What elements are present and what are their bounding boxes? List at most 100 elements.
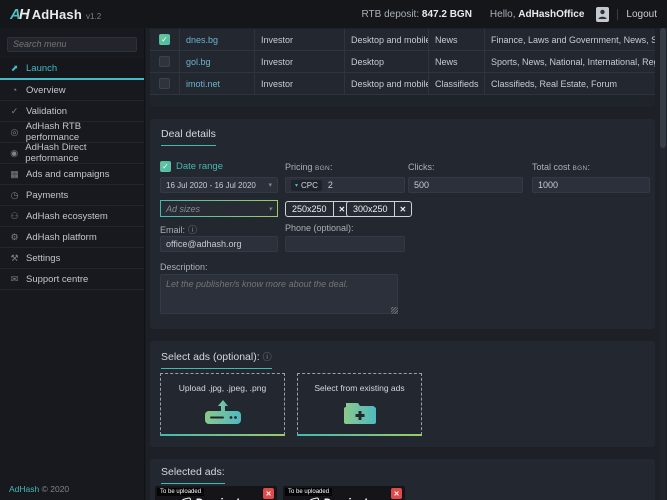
ad-size-chip: 250x250 ✕ — [285, 201, 351, 217]
publisher-type: Investor — [255, 51, 345, 72]
sidebar-item-launch[interactable]: ⬈ Launch — [0, 59, 144, 80]
sidebar-item-label: Support centre — [26, 274, 88, 285]
clock-icon: ◷ — [9, 190, 20, 201]
sidebar-item-label: Payments — [26, 190, 68, 201]
publisher-link[interactable]: dnes.bg — [186, 35, 218, 45]
publisher-platform: Desktop — [345, 51, 429, 72]
sidebar-item-label: Validation — [26, 106, 67, 117]
grid-icon: ▦ — [9, 169, 20, 180]
date-range-select[interactable]: 16 Jul 2020 - 16 Jul 2020 ▾ — [160, 177, 278, 193]
date-range-checkbox[interactable]: ✓ — [160, 161, 171, 172]
sidebar-item-ecosystem[interactable]: ⚇ AdHash ecosystem — [0, 206, 144, 227]
info-icon: ⓘ — [263, 352, 272, 362]
sidebar-item-validation[interactable]: ✓ Validation — [0, 101, 144, 122]
top-bar: AH AdHash v1.2 RTB deposit: 847.2 BGN He… — [0, 0, 667, 28]
upload-ads-dropzone[interactable]: Upload .jpg, .jpeg, .png — [160, 373, 285, 435]
description-label: Description: — [160, 262, 208, 272]
section-title: Deal details — [161, 128, 216, 146]
publisher-category: News — [429, 29, 485, 50]
ad-size-chip: 300x250 ✕ — [346, 201, 412, 217]
email-input[interactable] — [166, 239, 272, 249]
row-checkbox[interactable]: ✓ — [159, 34, 170, 45]
total-cost-input[interactable] — [538, 180, 644, 190]
selected-ads-section: Selected ads: To be uploaded ✕ Domino's … — [150, 459, 655, 500]
publisher-link[interactable]: imoti.net — [186, 79, 220, 89]
info-icon: ⓘ — [188, 225, 197, 235]
row-checkbox[interactable] — [159, 78, 170, 89]
logout-button[interactable]: Logout — [617, 9, 657, 20]
sidebar-item-direct-performance[interactable]: ◉ AdHash Direct performance — [0, 143, 144, 164]
rocket-icon: ⬈ — [9, 63, 20, 74]
vertical-scrollbar — [660, 28, 666, 500]
pricing-field[interactable]: ▾ CPC 2 — [285, 177, 405, 193]
status-badge: To be uploaded — [285, 488, 332, 496]
sidebar: ⬈ Launch ◔ Overview ✓ Validation ◎ AdHas… — [0, 28, 145, 500]
sidebar-item-overview[interactable]: ◔ Overview — [0, 80, 144, 101]
pricing-label: Pricing BGN: — [285, 162, 333, 172]
publisher-type: Investor — [255, 29, 345, 50]
date-range-toggle[interactable]: ✓ Date range — [160, 161, 223, 172]
row-checkbox[interactable] — [159, 56, 170, 67]
remove-ad-size-icon[interactable]: ✕ — [394, 202, 412, 216]
tools-icon: ⚒ — [9, 253, 20, 264]
total-cost-label: Total cost BGN: — [532, 162, 590, 172]
main-content: ✓ dnes.bg Investor Desktop and mobile we… — [146, 28, 667, 500]
gear-icon: ⚙ — [9, 232, 20, 243]
app-version: v1.2 — [86, 12, 101, 21]
logo[interactable]: AH AdHash v1.2 — [10, 6, 101, 23]
chevron-down-icon: ▾ — [268, 181, 272, 189]
clicks-input[interactable] — [414, 180, 517, 190]
mail-icon: ✉ — [9, 274, 20, 285]
sidebar-item-ads-campaigns[interactable]: ▦ Ads and campaigns — [0, 164, 144, 185]
chevron-down-icon: ▾ — [295, 182, 298, 189]
ad-sizes-select[interactable]: Ad sizes ▾ — [160, 200, 278, 217]
chevron-down-icon: ▾ — [268, 205, 272, 213]
remove-ad-button[interactable]: ✕ — [391, 488, 402, 499]
publisher-category: News — [429, 51, 485, 72]
sidebar-item-support[interactable]: ✉ Support centre — [0, 269, 144, 290]
sidebar-footer: AdHash © 2020 — [9, 484, 69, 494]
publisher-topics: Finance, Laws and Government, News, Spor… — [485, 29, 655, 50]
sidebar-item-label: AdHash Direct performance — [25, 142, 135, 164]
existing-ads-selector[interactable]: Select from existing ads — [297, 373, 422, 435]
table-row-partial — [150, 95, 655, 107]
rtb-deposit: RTB deposit: 847.2 BGN — [361, 9, 471, 20]
check-circle-icon: ✓ — [9, 106, 20, 117]
email-label: Email:ⓘ — [160, 223, 197, 236]
clicks-label: Clicks: — [408, 162, 435, 172]
network-icon: ⚇ — [9, 211, 20, 222]
sidebar-item-rtb-performance[interactable]: ◎ AdHash RTB performance — [0, 122, 144, 143]
pricing-model-select[interactable]: ▾ CPC — [291, 180, 322, 191]
sidebar-item-label: Settings — [26, 253, 60, 264]
phone-input[interactable] — [291, 239, 399, 249]
publisher-link[interactable]: gol.bg — [186, 57, 211, 67]
user-greeting: Hello, AdHashOffice — [490, 9, 584, 20]
folder-plus-icon — [340, 400, 380, 431]
chart-icon: ◉ — [9, 148, 19, 159]
phone-label: Phone (optional): — [285, 223, 354, 233]
resize-grip[interactable] — [391, 307, 398, 314]
sidebar-item-settings[interactable]: ⚒ Settings — [0, 248, 144, 269]
publisher-topics: Classifieds, Real Estate, Forum — [485, 73, 655, 94]
upload-icon — [201, 400, 245, 431]
publishers-table: ✓ dnes.bg Investor Desktop and mobile we… — [150, 29, 655, 107]
select-ads-section: Select ads (optional):ⓘ Upload .jpg, .jp… — [150, 341, 655, 447]
table-row: ✓ dnes.bg Investor Desktop and mobile we… — [150, 29, 655, 51]
scrollbar-thumb[interactable] — [660, 28, 666, 148]
sidebar-item-platform[interactable]: ⚙ AdHash platform — [0, 227, 144, 248]
remove-ad-button[interactable]: ✕ — [263, 488, 274, 499]
user-profile-icon[interactable] — [596, 7, 609, 22]
section-title: Select ads (optional):ⓘ — [161, 350, 272, 369]
sidebar-item-label: Launch — [26, 63, 57, 74]
date-range-label: Date range — [176, 161, 223, 172]
sidebar-item-payments[interactable]: ◷ Payments — [0, 185, 144, 206]
selected-ad-thumbnail: To be uploaded ✕ Domino's — [155, 486, 277, 500]
email-field — [160, 236, 278, 252]
total-cost-field — [532, 177, 650, 193]
sidebar-item-label: Overview — [26, 85, 66, 96]
search-input[interactable] — [7, 37, 137, 52]
description-textarea[interactable] — [160, 274, 398, 314]
adhash-logo-icon: AH — [10, 6, 28, 23]
phone-field — [285, 236, 405, 252]
sidebar-item-label: Ads and campaigns — [26, 169, 109, 180]
